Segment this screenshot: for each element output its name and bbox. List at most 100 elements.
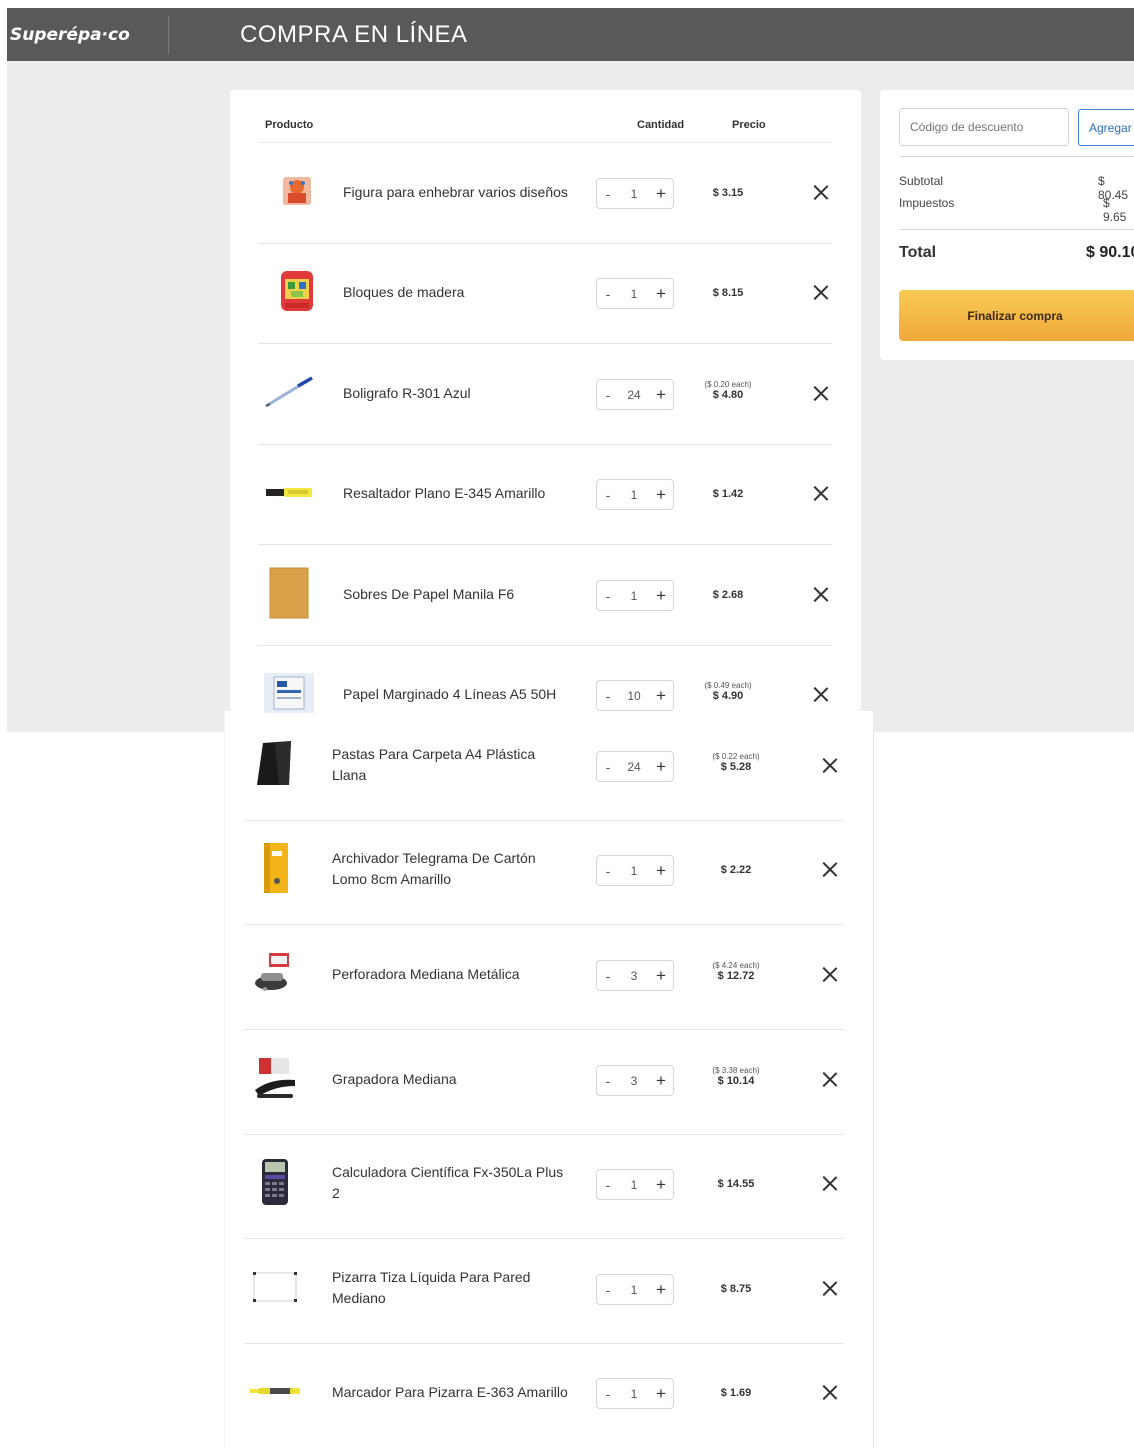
column-header-price: Precio xyxy=(732,119,766,131)
product-name[interactable]: Sobres De Papel Manila F6 xyxy=(343,584,514,605)
remove-item-button[interactable] xyxy=(813,385,829,401)
product-name[interactable]: Pizarra Tiza Líquida Para Pared Mediano xyxy=(332,1267,530,1309)
row-divider xyxy=(244,1134,844,1135)
quantity-value[interactable]: 1 xyxy=(619,187,649,201)
remove-item-button[interactable] xyxy=(813,485,829,501)
increase-quantity-button[interactable]: + xyxy=(649,861,673,881)
quantity-value[interactable]: 1 xyxy=(619,589,649,603)
product-name[interactable]: Figura para enhebrar varios diseños xyxy=(343,182,568,203)
remove-item-button[interactable] xyxy=(813,284,829,300)
quantity-value[interactable]: 24 xyxy=(619,388,649,402)
quantity-value[interactable]: 3 xyxy=(619,1074,649,1088)
product-name[interactable]: Perforadora Mediana Metálica xyxy=(332,964,520,985)
discount-code-input[interactable] xyxy=(899,108,1069,146)
decrease-quantity-button[interactable]: - xyxy=(597,387,619,403)
decrease-quantity-button[interactable]: - xyxy=(597,588,619,604)
quantity-value[interactable]: 3 xyxy=(619,969,649,983)
quantity-value[interactable]: 1 xyxy=(619,287,649,301)
increase-quantity-button[interactable]: + xyxy=(649,757,673,777)
quantity-value[interactable]: 10 xyxy=(619,689,649,703)
product-thumbnail[interactable] xyxy=(270,266,324,320)
product-name[interactable]: Calculadora Científica Fx-350La Plus 2 xyxy=(332,1162,563,1204)
increase-quantity-button[interactable]: + xyxy=(649,485,673,505)
remove-item-button[interactable] xyxy=(822,861,838,877)
increase-quantity-button[interactable]: + xyxy=(649,284,673,304)
remove-item-button[interactable] xyxy=(813,686,829,702)
product-name[interactable]: Papel Marginado 4 Líneas A5 50H xyxy=(343,684,556,705)
product-thumbnail[interactable] xyxy=(248,739,302,793)
row-divider xyxy=(244,924,844,925)
product-thumbnail[interactable] xyxy=(270,166,324,220)
quantity-stepper: - 1 + xyxy=(596,855,674,886)
row-divider xyxy=(244,820,844,821)
whiteboard-icon xyxy=(250,1267,300,1312)
decrease-quantity-button[interactable]: - xyxy=(597,1386,619,1402)
paper-pad-icon xyxy=(262,671,316,720)
product-thumbnail[interactable] xyxy=(248,948,302,1002)
product-name[interactable]: Pastas Para Carpeta A4 Plástica Llana xyxy=(332,744,535,786)
product-thumbnail[interactable] xyxy=(248,1157,302,1211)
apply-discount-button[interactable]: Agregar xyxy=(1078,109,1134,146)
decrease-quantity-button[interactable]: - xyxy=(597,759,619,775)
quantity-stepper: - 1 + xyxy=(596,580,674,611)
decrease-quantity-button[interactable]: - xyxy=(597,1282,619,1298)
decrease-quantity-button[interactable]: - xyxy=(597,1073,619,1089)
decrease-quantity-button[interactable]: - xyxy=(597,1177,619,1193)
quantity-value[interactable]: 1 xyxy=(619,1283,649,1297)
product-name[interactable]: Bloques de madera xyxy=(343,282,464,303)
product-thumbnail[interactable] xyxy=(262,367,316,421)
product-thumbnail[interactable] xyxy=(262,668,316,722)
product-thumbnail[interactable] xyxy=(248,1262,302,1316)
remove-item-button[interactable] xyxy=(822,1384,838,1400)
remove-item-button[interactable] xyxy=(822,1280,838,1296)
product-thumbnail[interactable] xyxy=(262,567,316,622)
increase-quantity-button[interactable]: + xyxy=(649,966,673,986)
increase-quantity-button[interactable]: + xyxy=(649,1384,673,1404)
decrease-quantity-button[interactable]: - xyxy=(597,968,619,984)
increase-quantity-button[interactable]: + xyxy=(649,184,673,204)
decrease-quantity-button[interactable]: - xyxy=(597,688,619,704)
quantity-value[interactable]: 24 xyxy=(619,760,649,774)
product-name[interactable]: Resaltador Plano E-345 Amarillo xyxy=(343,483,545,504)
increase-quantity-button[interactable]: + xyxy=(649,1071,673,1091)
row-divider xyxy=(244,1343,844,1344)
decrease-quantity-button[interactable]: - xyxy=(597,286,619,302)
quantity-stepper: - 3 + xyxy=(596,960,674,991)
decrease-quantity-button[interactable]: - xyxy=(597,186,619,202)
remove-item-button[interactable] xyxy=(822,966,838,982)
remove-item-button[interactable] xyxy=(813,184,829,200)
product-name[interactable]: Archivador Telegrama De Cartón Lomo 8cm A… xyxy=(332,848,536,890)
increase-quantity-button[interactable]: + xyxy=(649,686,673,706)
unit-price: ($ 0.49 each) xyxy=(704,681,752,690)
product-thumbnail[interactable] xyxy=(248,1366,302,1420)
increase-quantity-button[interactable]: + xyxy=(649,385,673,405)
quantity-value[interactable]: 1 xyxy=(619,1178,649,1192)
checkout-button[interactable]: Finalizar compra xyxy=(899,290,1134,341)
header-divider xyxy=(258,142,832,143)
product-thumbnail[interactable] xyxy=(262,467,316,521)
product-name[interactable]: Grapadora Mediana xyxy=(332,1069,457,1090)
decrease-quantity-button[interactable]: - xyxy=(597,863,619,879)
line-total: $ 8.15 xyxy=(712,287,744,299)
product-name[interactable]: Marcador Para Pizarra E-363 Amarillo xyxy=(332,1382,568,1403)
line-total: $ 1.42 xyxy=(712,488,744,500)
product-thumbnail[interactable] xyxy=(248,841,302,900)
remove-item-button[interactable] xyxy=(822,1071,838,1087)
increase-quantity-button[interactable]: + xyxy=(649,1175,673,1195)
binder-icon xyxy=(258,841,292,900)
quantity-value[interactable]: 1 xyxy=(619,488,649,502)
remove-item-button[interactable] xyxy=(813,586,829,602)
line-total: $ 4.80 xyxy=(712,389,744,401)
quantity-value[interactable]: 1 xyxy=(619,864,649,878)
remove-item-button[interactable] xyxy=(822,757,838,773)
remove-item-button[interactable] xyxy=(822,1175,838,1191)
site-logo[interactable]: Superépa·co xyxy=(7,15,169,54)
quantity-stepper: - 10 + xyxy=(596,680,674,711)
decrease-quantity-button[interactable]: - xyxy=(597,487,619,503)
row-divider xyxy=(258,243,832,244)
product-name[interactable]: Boligrafo R-301 Azul xyxy=(343,383,471,404)
increase-quantity-button[interactable]: + xyxy=(649,586,673,606)
product-thumbnail[interactable] xyxy=(248,1053,302,1107)
increase-quantity-button[interactable]: + xyxy=(649,1280,673,1300)
quantity-value[interactable]: 1 xyxy=(619,1387,649,1401)
